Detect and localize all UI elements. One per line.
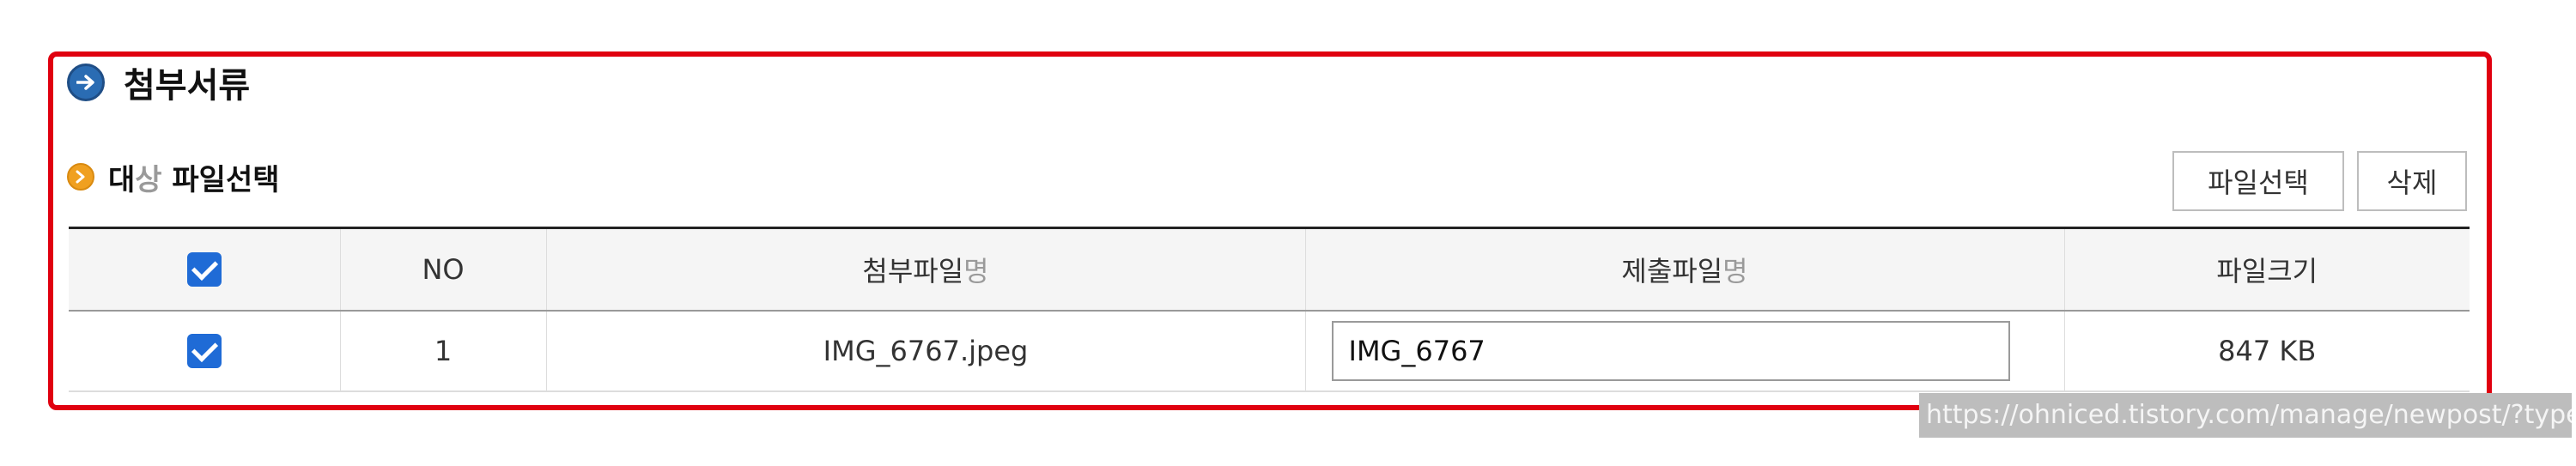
submit-name-input[interactable]: [1331, 320, 2010, 381]
row-select-cell: [69, 310, 341, 392]
header-submit-name: 제출파일명: [1304, 227, 2065, 312]
arrow-right-circle-icon: [67, 64, 105, 101]
subsection-header: 대상 파일선택: [67, 160, 280, 197]
chevron-right-circle-icon: [67, 163, 94, 191]
table-row: 1 IMG_6767.jpeg 847 KB: [69, 310, 2470, 392]
status-url-tooltip: https://ohniced.tistory.com/manage/newpo…: [1919, 393, 2572, 438]
attachment-table: NO 첨부파일명 제출파일명 파일크기 1 IMG_6767.jpeg 847 …: [69, 227, 2470, 392]
header-no: NO: [339, 227, 547, 312]
header-attach-name-suffix: 명: [963, 254, 989, 287]
header-select-all: [69, 227, 341, 312]
section-header: 첨부서류: [67, 60, 251, 106]
header-file-size: 파일크기: [2063, 227, 2470, 312]
row-file-size: 847 KB: [2063, 310, 2470, 392]
subsection-title-part2: 상: [135, 162, 162, 197]
header-submit-name-text: 제출파일: [1621, 254, 1723, 287]
row-checkbox[interactable]: [186, 334, 222, 368]
row-attach-name: IMG_6767.jpeg: [545, 310, 1306, 392]
subsection-title-part3: 파일선택: [161, 162, 280, 197]
subsection-title-part1: 대: [108, 162, 136, 197]
row-no: 1: [339, 310, 547, 392]
section-title: 첨부서류: [124, 66, 251, 106]
row-submit-name-cell: [1304, 310, 2065, 392]
delete-button[interactable]: 삭제: [2357, 151, 2467, 211]
header-attach-name-text: 첨부파일: [862, 254, 964, 287]
subsection-title: 대상 파일선택: [108, 156, 280, 198]
header-submit-name-suffix: 명: [1722, 254, 1748, 287]
header-attach-name: 첨부파일명: [545, 227, 1306, 312]
select-all-checkbox[interactable]: [186, 252, 222, 287]
select-file-button[interactable]: 파일선택: [2172, 151, 2344, 211]
table-header-row: NO 첨부파일명 제출파일명 파일크기: [69, 227, 2470, 312]
